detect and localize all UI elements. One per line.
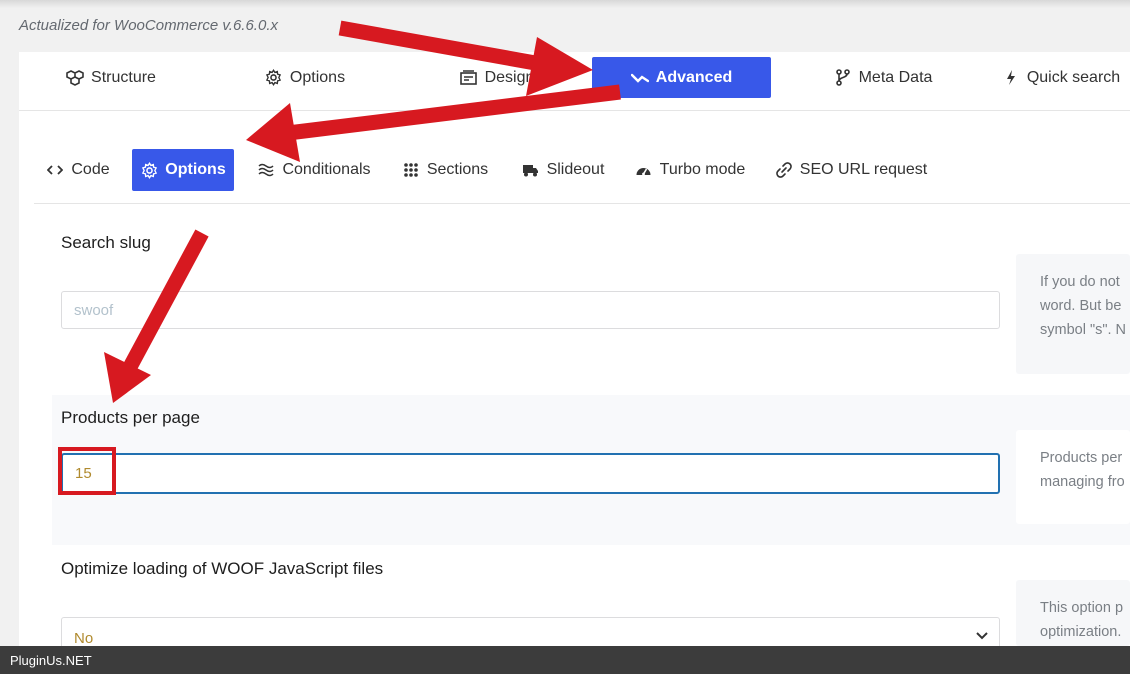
tab-quick-search[interactable]: Quick search — [999, 57, 1123, 98]
meta-data-icon — [834, 69, 852, 87]
tab-meta-data[interactable]: Meta Data — [811, 57, 955, 98]
main-tabs: Structure Options Design Advanced Meta D… — [19, 52, 1130, 111]
version-note: Actualized for WooCommerce v.6.6.0.x — [19, 17, 278, 34]
subtab-sections[interactable]: Sections — [399, 149, 491, 191]
help-line: This option p — [1040, 600, 1124, 616]
subtab-sections-label: Sections — [426, 161, 489, 178]
tab-design[interactable]: Design — [425, 57, 569, 98]
gear-icon — [265, 69, 283, 87]
optimize-js-selected: No — [74, 630, 94, 647]
optimize-js-label: Optimize loading of WOOF JavaScript file… — [61, 559, 384, 578]
chevron-down-icon — [975, 628, 989, 646]
sub-tabs: Code Options Conditionals Sections Slide… — [34, 147, 1130, 204]
tab-options[interactable]: Options — [233, 57, 377, 98]
help-line: Products per — [1040, 450, 1123, 466]
top-shadow-bar — [0, 0, 1130, 8]
truck-icon — [522, 161, 540, 179]
search-slug-label: Search slug — [61, 233, 151, 252]
subtab-seo-url-request[interactable]: SEO URL request — [774, 149, 928, 191]
help-line: If you do not — [1040, 274, 1120, 290]
design-icon — [460, 69, 478, 87]
cubes-icon — [66, 69, 84, 87]
products-per-page-label: Products per page — [61, 408, 200, 427]
value-highlight-box — [58, 447, 116, 495]
tab-quick-search-label: Quick search — [1026, 68, 1121, 86]
subtab-turbo-mode[interactable]: Turbo mode — [632, 149, 748, 191]
tab-structure[interactable]: Structure — [39, 57, 183, 98]
subtab-options[interactable]: Options — [132, 149, 234, 191]
subtab-conditionals[interactable]: Conditionals — [254, 149, 374, 191]
subtab-turbo-mode-label: Turbo mode — [659, 161, 746, 178]
tab-advanced[interactable]: Advanced — [592, 57, 771, 98]
advanced-icon — [630, 69, 649, 87]
code-icon — [46, 161, 64, 179]
subtab-seo-url-request-label: SEO URL request — [799, 161, 928, 178]
link-icon — [775, 161, 793, 179]
help-line: managing fro — [1040, 474, 1125, 490]
tab-options-label: Options — [289, 68, 346, 86]
tab-structure-label: Structure — [91, 68, 156, 86]
subtab-slideout-label: Slideout — [546, 161, 605, 178]
search-slug-input[interactable] — [61, 291, 1000, 329]
grid-icon — [402, 161, 420, 179]
lightning-icon — [1002, 69, 1020, 87]
subtab-options-label: Options — [165, 161, 226, 178]
subtab-code-label: Code — [71, 161, 110, 178]
tab-meta-data-label: Meta Data — [858, 68, 933, 86]
help-line: word. But be — [1040, 298, 1122, 314]
help-line: symbol "s". N — [1040, 322, 1127, 338]
gear-icon — [140, 161, 158, 179]
tab-advanced-label: Advanced — [655, 68, 733, 86]
footer-brand: PluginUs.NET — [10, 653, 92, 668]
footer-bar: PluginUs.NET — [0, 646, 1130, 674]
optimize-js-help: This option p optimization. — [1016, 580, 1130, 646]
speedometer-icon — [635, 161, 653, 179]
subtab-conditionals-label: Conditionals — [282, 161, 371, 178]
search-slug-help: If you do not word. But be symbol "s". N — [1016, 254, 1130, 374]
wave-icon — [257, 161, 275, 179]
products-per-page-input[interactable] — [61, 453, 1000, 494]
help-line: optimization. — [1040, 624, 1122, 640]
tab-design-label: Design — [484, 68, 535, 86]
settings-panel: Structure Options Design Advanced Meta D… — [19, 52, 1130, 655]
products-per-page-help: Products per managing fro — [1016, 430, 1130, 524]
subtab-slideout[interactable]: Slideout — [518, 149, 608, 191]
subtab-code[interactable]: Code — [36, 149, 120, 191]
